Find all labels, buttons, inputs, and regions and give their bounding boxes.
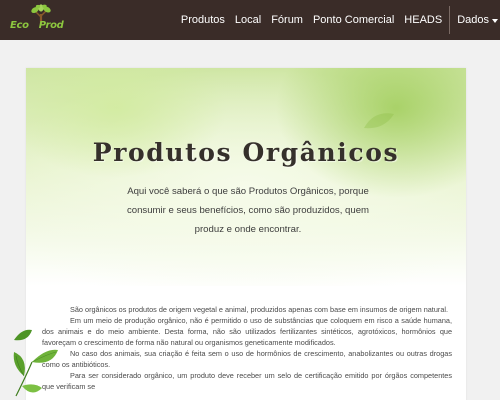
brand-name-right: Prod: [38, 20, 64, 31]
nav-link-forum[interactable]: Fórum: [266, 14, 308, 26]
brand-name: Eco Prod: [10, 20, 64, 31]
green-leaves-icon: [13, 329, 58, 397]
nav-link-ponto-comercial[interactable]: Ponto Comercial: [308, 14, 399, 26]
paragraph: Para ser considerado orgânico, um produt…: [42, 371, 452, 391]
main-menu: Produtos Local Fórum Ponto Comercial HEA…: [176, 0, 500, 40]
paragraph: Em um meio de produção orgânico, não é p…: [42, 316, 452, 347]
nav-divider: [449, 6, 451, 34]
paragraph: São orgânicos os produtos de origem vege…: [70, 305, 449, 314]
article-body: São orgânicos os produtos de origem vege…: [42, 304, 452, 392]
caret-down-icon: [492, 18, 498, 23]
nav-link-local[interactable]: Local: [230, 14, 266, 26]
page-title: Produtos Orgânicos: [92, 138, 400, 167]
top-navbar: Eco Prod Produtos Local Fórum Ponto Comer…: [0, 0, 500, 40]
ecoprod-logo[interactable]: Eco Prod: [8, 2, 70, 36]
page-subtitle: Aqui você saberá o que são Produtos Orgâ…: [126, 186, 370, 235]
leaf-decoration-icon: [364, 113, 394, 129]
hero-banner: Produtos Orgânicos Aqui você saberá o qu…: [26, 68, 466, 286]
nav-link-heads[interactable]: HEADS: [399, 14, 447, 26]
brand-name-left: Eco: [10, 20, 29, 31]
nav-dropdown-dados[interactable]: Dados: [452, 14, 500, 26]
paragraph: No caso dos animais, sua criação é feita…: [42, 349, 452, 369]
main-card: Produtos Orgânicos Aqui você saberá o qu…: [26, 68, 466, 400]
nav-link-produtos[interactable]: Produtos: [176, 14, 230, 26]
nav-dropdown-label: Dados: [457, 14, 489, 26]
